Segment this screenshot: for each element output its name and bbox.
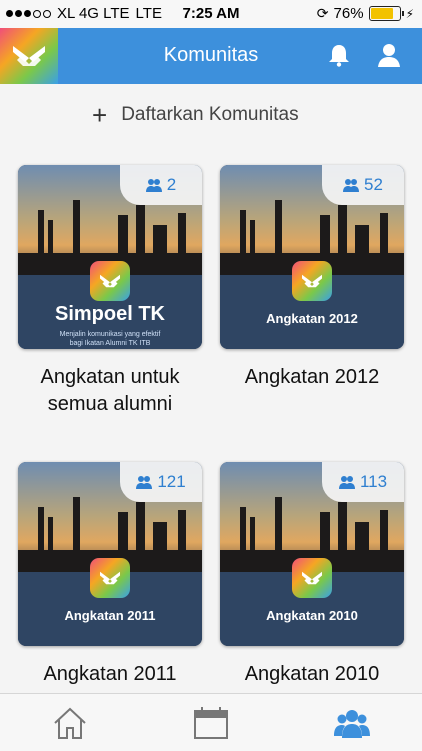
card-title: Angkatan 2010 bbox=[266, 608, 358, 623]
home-icon[interactable] bbox=[52, 706, 88, 740]
community-logo-icon bbox=[292, 558, 332, 598]
member-count-badge: 52 bbox=[322, 165, 404, 205]
community-logo-icon bbox=[292, 261, 332, 301]
member-count: 113 bbox=[359, 472, 388, 491]
user-icon[interactable] bbox=[376, 42, 402, 68]
nav-header: Komunitas bbox=[0, 28, 422, 84]
card-title: Angkatan 2012 bbox=[266, 311, 358, 326]
card-title: Angkatan 2011 bbox=[64, 608, 156, 623]
community-name[interactable]: Angkatan 2012 bbox=[217, 364, 407, 391]
member-count: 121 bbox=[157, 472, 186, 491]
community-card[interactable]: 121 Angkatan 2011 bbox=[18, 462, 202, 646]
member-count: 2 bbox=[166, 175, 177, 194]
community-name[interactable]: Angkatan 2011 bbox=[15, 661, 205, 688]
community-name[interactable]: Angkatan 2010 bbox=[217, 661, 407, 688]
members-icon bbox=[145, 179, 162, 192]
card-title: Simpoel TK bbox=[54, 303, 165, 325]
member-count: 52 bbox=[364, 175, 383, 194]
battery-percent: 76% bbox=[333, 5, 364, 22]
status-bar: XL 4G LTE LTE 7:25 AM ⟳ 76% ⚡ bbox=[0, 0, 422, 28]
community-name[interactable]: Angkatan untuk semua alumni bbox=[15, 364, 205, 418]
community-logo-icon bbox=[90, 261, 130, 301]
rotation-lock-icon: ⟳ bbox=[316, 5, 329, 21]
register-community-label: Daftarkan Komunitas bbox=[121, 104, 299, 125]
member-count-badge: 121 bbox=[120, 462, 202, 502]
tab-bar bbox=[0, 693, 422, 751]
members-icon bbox=[136, 476, 153, 489]
members-icon bbox=[338, 476, 355, 489]
community-card[interactable]: 2 Simpoel TK Menjalin komunikasi yang ef… bbox=[18, 165, 202, 349]
calendar-icon[interactable] bbox=[193, 706, 229, 740]
community-card[interactable]: 52 Angkatan 2012 bbox=[220, 165, 404, 349]
community-logo-icon bbox=[90, 558, 130, 598]
bell-icon[interactable] bbox=[326, 42, 352, 68]
battery-icon bbox=[368, 6, 404, 21]
member-count-badge: 2 bbox=[120, 165, 202, 205]
community-icon[interactable] bbox=[334, 706, 370, 740]
card-subtitle: Menjalin komunikasi yang efektif bagi Ik… bbox=[59, 331, 161, 347]
members-icon bbox=[343, 179, 360, 192]
charging-icon: ⚡ bbox=[405, 6, 414, 21]
page-title: Komunitas bbox=[163, 44, 259, 66]
register-community-button[interactable]: + Daftarkan Komunitas bbox=[92, 102, 299, 128]
community-card[interactable]: 113 Angkatan 2010 bbox=[220, 462, 404, 646]
member-count-badge: 113 bbox=[322, 462, 404, 502]
plus-icon: + bbox=[92, 100, 108, 130]
